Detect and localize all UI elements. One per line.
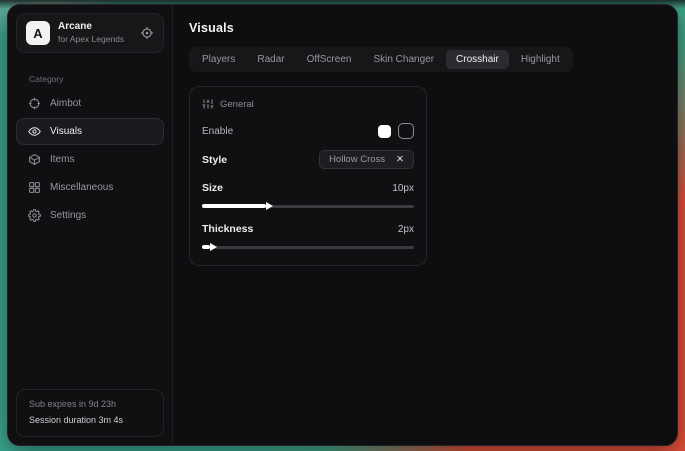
brand-card: A Arcane for Apex Legends [16,13,164,53]
sub-expires-text: Sub expires in 9d 23h [29,397,151,412]
target-icon[interactable] [140,26,154,40]
app-name: Arcane [58,21,132,34]
sidebar-item-label: Settings [50,210,86,221]
slider-fill [202,204,266,208]
subscription-info-card: Sub expires in 9d 23h Session duration 3… [16,389,164,437]
thickness-label: Thickness [202,223,253,235]
slider-fill [202,245,210,249]
visuals-tabbar: Players Radar OffScreen Skin Changer Cro… [189,47,573,72]
app-subtitle: for Apex Legends [58,34,132,45]
app-window: A Arcane for Apex Legends Category [7,4,678,446]
sidebar-item-visuals[interactable]: Visuals [16,118,164,145]
sidebar-item-label: Items [50,154,74,165]
sidebar-item-aimbot[interactable]: Aimbot [16,90,164,117]
color-swatch[interactable] [378,125,391,138]
page-title: Visuals [189,21,661,35]
package-icon [28,153,41,166]
panel-title: General [220,99,254,110]
close-icon[interactable]: ✕ [396,155,404,165]
style-label: Style [202,154,227,166]
style-value-tag[interactable]: Hollow Cross ✕ [319,150,414,169]
tab-highlight[interactable]: Highlight [511,50,570,69]
grid-icon [28,181,41,194]
brand-text: Arcane for Apex Legends [58,21,132,44]
sidebar-item-label: Miscellaneous [50,182,113,193]
thickness-slider[interactable] [202,243,414,251]
thickness-value: 2px [398,224,414,235]
tab-players[interactable]: Players [192,50,245,69]
sidebar: A Arcane for Apex Legends Category [8,5,173,445]
sidebar-item-items[interactable]: Items [16,146,164,173]
sidebar-item-label: Aimbot [50,98,81,109]
enable-row: Enable [202,123,414,139]
tab-crosshair[interactable]: Crosshair [446,50,509,69]
sidebar-item-miscellaneous[interactable]: Miscellaneous [16,174,164,201]
gear-icon [28,209,41,222]
tab-offscreen[interactable]: OffScreen [297,50,362,69]
main-content: Visuals Players Radar OffScreen Skin Cha… [173,5,677,445]
enable-checkbox[interactable] [398,123,414,139]
size-value: 10px [392,183,414,194]
tab-skin-changer[interactable]: Skin Changer [363,50,444,69]
tab-radar[interactable]: Radar [247,50,294,69]
style-value: Hollow Cross [329,154,385,165]
eye-icon [28,125,41,138]
style-row: Style Hollow Cross ✕ [202,150,414,169]
general-panel: General Enable Style Hollow Cross ✕ Size [189,86,427,266]
session-duration-text: Session duration 3m 4s [29,413,151,428]
sidebar-item-label: Visuals [50,126,82,137]
size-label: Size [202,182,223,194]
size-setting: Size 10px [202,182,414,210]
app-logo: A [26,21,50,45]
sliders-icon [202,98,214,110]
panel-header: General [202,98,414,110]
sidebar-nav: Aimbot Visuals Items [8,90,172,229]
crosshair-icon [28,97,41,110]
thickness-setting: Thickness 2px [202,223,414,251]
slider-track [202,246,414,249]
size-slider[interactable] [202,202,414,210]
sidebar-item-settings[interactable]: Settings [16,202,164,229]
enable-label: Enable [202,126,233,137]
category-label: Category [29,74,172,84]
